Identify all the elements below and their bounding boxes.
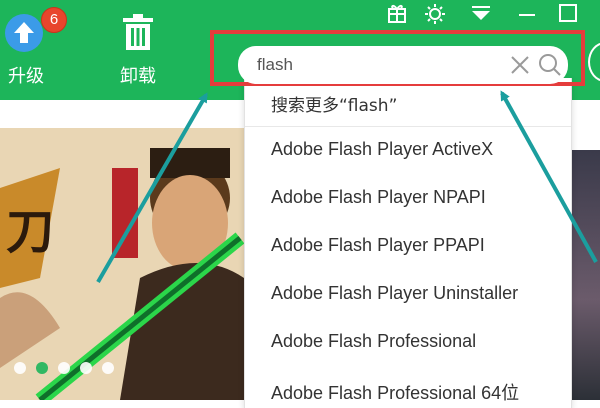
suggestion-item[interactable]: Adobe Flash Player PPAPI	[271, 235, 485, 256]
settings-icon[interactable]	[418, 0, 452, 28]
divider	[245, 126, 571, 127]
trash-icon	[121, 14, 155, 52]
search-icon[interactable]	[538, 53, 562, 77]
search-bar[interactable]	[238, 46, 568, 84]
update-count-badge: 6	[41, 7, 67, 33]
minimize-icon[interactable]	[510, 0, 544, 28]
suggestion-item[interactable]: Adobe Flash Professional	[271, 331, 476, 352]
gift-icon[interactable]	[380, 0, 414, 28]
carousel-dot[interactable]	[58, 362, 70, 374]
carousel-dot-active[interactable]	[36, 362, 48, 374]
partial-circle-icon	[588, 42, 600, 82]
promo-banner[interactable]: 刀	[0, 128, 244, 400]
search-highlight-box	[210, 30, 585, 86]
promo-banner-right	[572, 150, 600, 400]
uninstall-label: 卸载	[120, 66, 156, 87]
search-suggestions-dropdown: 搜索更多“flash” Adobe Flash Player ActiveX A…	[244, 78, 572, 408]
suggestion-item[interactable]: Adobe Flash Professional 64位	[271, 379, 519, 405]
carousel-dot[interactable]	[14, 362, 26, 374]
search-input[interactable]	[257, 52, 497, 78]
carousel-dot[interactable]	[80, 362, 92, 374]
suggestion-item[interactable]: Adobe Flash Player ActiveX	[271, 139, 493, 160]
upgrade-button[interactable]: 6 升级	[0, 0, 67, 100]
carousel-dot[interactable]	[102, 362, 114, 374]
upload-arrow-icon	[5, 14, 43, 52]
maximize-icon[interactable]	[550, 0, 584, 28]
svg-text:刀: 刀	[6, 204, 54, 260]
suggestion-item[interactable]: Adobe Flash Player NPAPI	[271, 187, 486, 208]
upgrade-label: 升级	[8, 66, 44, 87]
close-icon[interactable]	[510, 55, 530, 75]
search-more-item[interactable]: 搜索更多“flash”	[271, 91, 397, 116]
dropdown-menu-icon[interactable]	[464, 0, 498, 28]
uninstall-button[interactable]: 卸载	[108, 0, 168, 100]
suggestion-item[interactable]: Adobe Flash Player Uninstaller	[271, 283, 518, 304]
